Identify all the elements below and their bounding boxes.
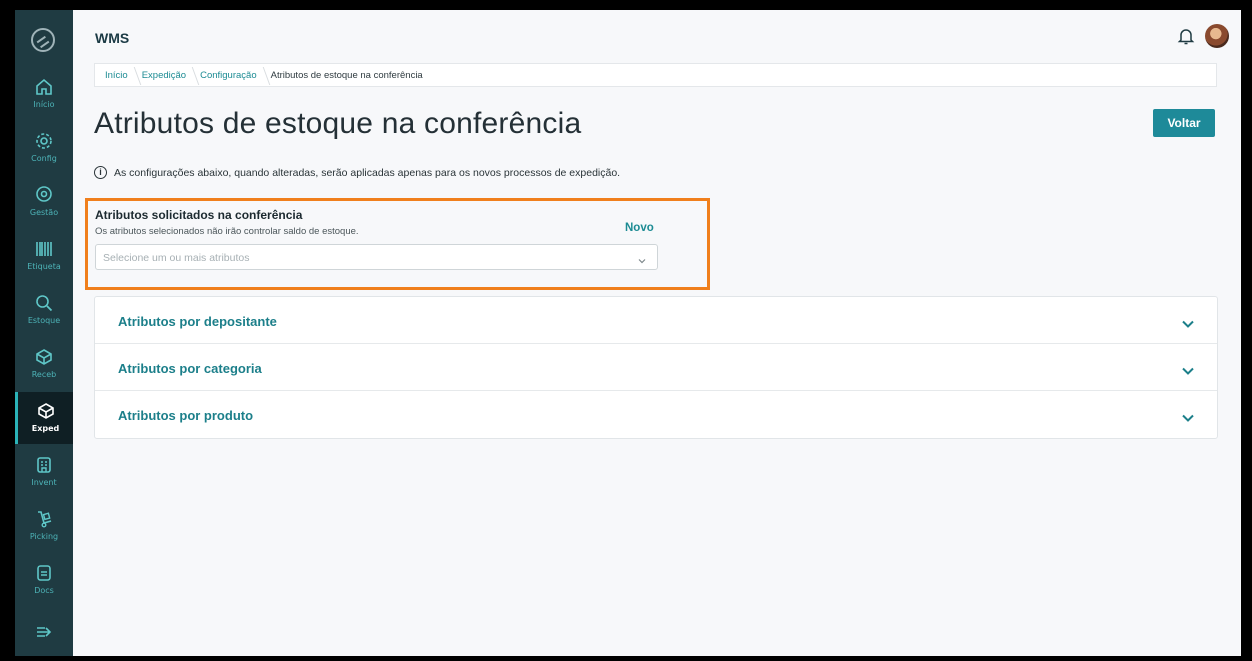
select-placeholder: Selecione um ou mais atributos (103, 252, 250, 264)
breadcrumb-expedicao[interactable]: Expedição (142, 70, 186, 81)
sidebar-item-label: Etiqueta (27, 262, 61, 271)
sidebar-item-estoque[interactable]: Estoque (15, 284, 73, 336)
sidebar-item-label: Início (33, 100, 55, 109)
notification-bell-icon[interactable] (1176, 26, 1196, 46)
sidebar: Início Config Gestão Etiqueta Estoque Re… (15, 10, 73, 656)
breadcrumb-current: Atributos de estoque na conferência (270, 69, 423, 81)
sidebar-item-label: Estoque (27, 316, 61, 325)
breadcrumb-configuracao[interactable]: Configuração (200, 70, 257, 81)
home-icon (34, 77, 54, 97)
sidebar-item-label: Picking (29, 532, 59, 541)
sidebar-item-label: Receb (31, 370, 57, 379)
info-icon: i (94, 166, 107, 179)
info-message: i As configurações abaixo, quando altera… (94, 166, 620, 179)
chevron-down-icon (1181, 316, 1195, 328)
breadcrumb-inicio[interactable]: Início (105, 70, 128, 81)
sidebar-item-exped[interactable]: Exped (15, 392, 73, 444)
chevron-down-icon (637, 253, 647, 264)
sidebar-item-picking[interactable]: Picking (15, 500, 73, 552)
section-subtitle: Os atributos selecionados não irão contr… (95, 226, 359, 237)
new-attribute-link[interactable]: Novo (625, 222, 654, 234)
app-title: WMS (95, 30, 130, 46)
page-title: Atributos de estoque na conferência (94, 107, 582, 140)
sidebar-item-label: Invent (31, 478, 57, 487)
chevron-down-icon (1181, 363, 1195, 375)
app-window: Início Config Gestão Etiqueta Estoque Re… (15, 10, 1241, 656)
sidebar-item-etiqueta[interactable]: Etiqueta (15, 230, 73, 282)
attributes-select[interactable]: Selecione um ou mais atributos (95, 244, 658, 270)
sidebar-item-gestao[interactable]: Gestão (15, 176, 73, 228)
expand-arrow-icon (37, 627, 52, 637)
sidebar-item-receb[interactable]: Receb (15, 338, 73, 390)
sidebar-item-docs[interactable]: Docs (15, 554, 73, 606)
accordion-label: Atributos por depositante (118, 314, 277, 329)
sidebar-item-label: Exped (31, 424, 60, 433)
barcode-icon (34, 239, 54, 259)
breadcrumb: Início Expedição Configuração Atributos … (94, 63, 1217, 87)
document-icon (34, 563, 54, 583)
search-icon (34, 293, 54, 313)
sidebar-item-inicio[interactable]: Início (15, 68, 73, 120)
location-pin-icon (34, 185, 54, 205)
sidebar-item-config[interactable]: Config (15, 122, 73, 174)
sidebar-item-invent[interactable]: Invent (15, 446, 73, 498)
sidebar-item-label: Config (31, 154, 57, 163)
sidebar-item-label: Docs (34, 586, 54, 595)
gear-icon (34, 131, 54, 151)
back-button[interactable]: Voltar (1153, 109, 1215, 137)
section-title: Atributos solicitados na conferência (95, 208, 303, 222)
box-icon (36, 401, 56, 421)
user-avatar[interactable] (1205, 24, 1229, 48)
expand-sidebar-button[interactable] (15, 612, 73, 652)
box-icon (34, 347, 54, 367)
accordion-item-produto[interactable]: Atributos por produto (95, 391, 1217, 438)
accordion-label: Atributos por categoria (118, 361, 262, 376)
accordion-item-categoria[interactable]: Atributos por categoria (95, 344, 1217, 391)
accordion-item-depositante[interactable]: Atributos por depositante (95, 297, 1217, 344)
hand-truck-icon (34, 509, 54, 529)
chevron-down-icon (1181, 410, 1195, 422)
accordion-label: Atributos por produto (118, 408, 254, 423)
sidebar-item-label: Gestão (29, 208, 59, 217)
top-bar: WMS (73, 10, 1241, 58)
attributes-accordion: Atributos por depositante Atributos por … (94, 296, 1218, 439)
info-text: As configurações abaixo, quando alterada… (114, 166, 621, 179)
app-logo-icon[interactable] (31, 28, 55, 52)
building-icon (34, 455, 54, 475)
